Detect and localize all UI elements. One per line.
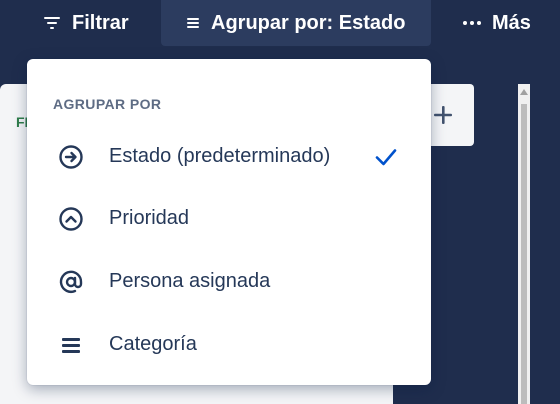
menu-heading: AGRUPAR POR (53, 96, 162, 112)
at-sign-icon (57, 268, 85, 296)
menu-item-label: Estado (predeterminado) (109, 145, 331, 167)
menu-item-label: Prioridad (109, 207, 190, 229)
hamburger-lines-icon (57, 331, 85, 359)
menu-item-label: Categoría (109, 333, 197, 355)
menu-item-categoria[interactable]: Categoría (27, 315, 431, 375)
checkmark-icon (373, 144, 399, 175)
menu-item-label: Persona asignada (109, 270, 271, 292)
filter-icon (44, 17, 60, 29)
filter-label: Filtrar (72, 11, 129, 34)
menu-item-persona-asignada[interactable]: Persona asignada (27, 252, 431, 312)
more-button[interactable]: Más (462, 0, 531, 46)
menu-item-prioridad[interactable]: Prioridad (27, 189, 431, 249)
hamburger-lines-icon (187, 18, 199, 28)
group-by-menu: AGRUPAR POR Estado (predeterminado) Prio… (27, 59, 431, 385)
plus-icon (434, 106, 452, 124)
menu-item-estado[interactable]: Estado (predeterminado) (27, 127, 431, 187)
scrollbar-thumb[interactable] (521, 104, 527, 404)
circle-chevron-up-icon (57, 205, 85, 233)
scroll-up-arrow-icon[interactable] (518, 84, 530, 100)
filter-button[interactable]: Filtrar (42, 0, 129, 46)
ellipsis-icon (463, 21, 481, 25)
more-label: Más (492, 11, 531, 34)
board-toolbar: Filtrar Agrupar por: Estado Más (0, 0, 560, 46)
group-by-label: Agrupar por: Estado (211, 11, 406, 34)
circle-arrow-right-icon (57, 143, 85, 171)
group-by-button[interactable]: Agrupar por: Estado (161, 0, 431, 46)
